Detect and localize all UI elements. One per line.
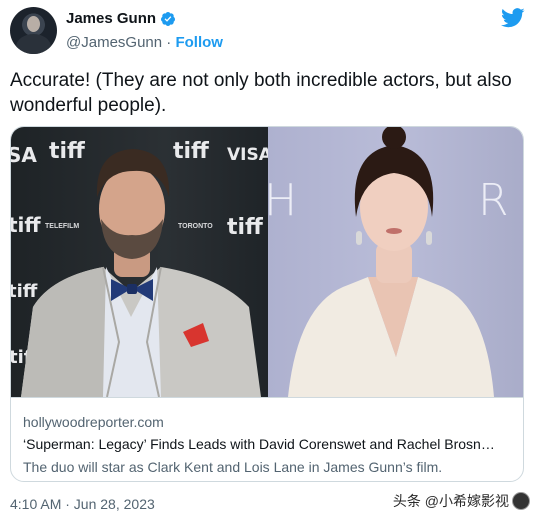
author-avatar[interactable] [10, 7, 57, 54]
person-figure-man [21, 149, 261, 397]
card-domain: hollywoodreporter.com [23, 414, 164, 430]
watermark-text: 头条 @小希嫁影视 [392, 493, 509, 509]
author-handle[interactable]: @JamesGunn [66, 34, 162, 51]
tweet-text: Accurate! (They are not only both incred… [10, 70, 512, 116]
avatar-head [27, 16, 40, 32]
tweet-timestamp[interactable]: 4:10 AM · Jun 28, 2023 [10, 496, 155, 512]
watermark: 头条 @小希嫁影视 [393, 491, 530, 511]
person-figure-woman [288, 127, 494, 397]
card-meta: hollywoodreporter.com ‘Superman: Legacy’… [11, 397, 523, 481]
author-name-row: James Gunn [66, 10, 176, 27]
link-preview-card[interactable]: SA tiff tiff VISA tiff tiff TORONTO TELE… [10, 126, 524, 482]
author-name[interactable]: James Gunn [66, 10, 156, 27]
card-photo-left: SA tiff tiff VISA tiff tiff TORONTO TELE… [11, 127, 268, 397]
card-title[interactable]: ‘Superman: Legacy’ Finds Leads with Davi… [23, 436, 495, 452]
separator-dot: · [166, 34, 172, 51]
watermark-logo-icon [512, 492, 530, 510]
card-description: The duo will star as Clark Kent and Lois… [23, 459, 443, 475]
twitter-bird-icon[interactable] [501, 8, 525, 28]
follow-button[interactable]: Follow [175, 34, 223, 51]
author-handle-row: @JamesGunn · Follow [66, 34, 223, 51]
card-photo-right: H R [268, 127, 523, 397]
avatar-figure [16, 34, 51, 54]
verified-badge-icon [161, 11, 176, 26]
